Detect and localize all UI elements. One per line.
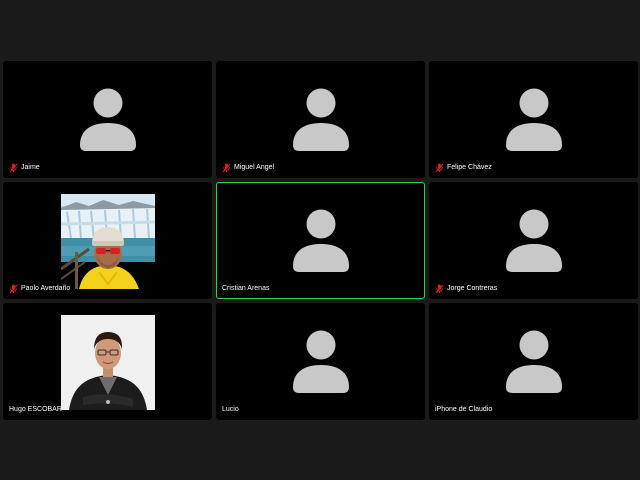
microphone-muted-icon[interactable] [222, 163, 231, 173]
participant-name: Miguel Angel [234, 164, 275, 171]
user-placeholder-icon [505, 87, 562, 151]
user-placeholder-icon [505, 208, 562, 272]
participant-name: Jorge Contreras [447, 285, 498, 292]
user-placeholder-icon [292, 329, 349, 393]
participant-tile-jaime[interactable]: Jaime [3, 61, 212, 178]
participant-name-row: Jaime [9, 162, 40, 174]
participant-tile-cristian-arenas[interactable]: Cristian Arenas [216, 182, 425, 299]
microphone-muted-icon[interactable] [9, 163, 18, 173]
user-placeholder-icon [292, 208, 349, 272]
participant-name: iPhone de Claudio [435, 406, 493, 413]
participant-name-row: Lucio [222, 404, 239, 416]
participant-name: Jaime [21, 164, 40, 171]
participant-tile-felipe-chavez[interactable]: Felipe Chávez [429, 61, 638, 178]
participant-name: Hugo ESCOBAR [9, 406, 62, 413]
participant-name: Paolo Averdaño [21, 285, 71, 292]
participant-name-row: Cristian Arenas [222, 283, 269, 295]
participant-tile-iphone-de-claudio[interactable]: iPhone de Claudio [429, 303, 638, 420]
microphone-muted-icon[interactable] [435, 163, 444, 173]
participant-name-row: Miguel Angel [222, 162, 274, 174]
participant-name: Cristian Arenas [222, 285, 270, 292]
participant-video-feed [61, 315, 155, 410]
participant-tile-lucio[interactable]: Lucio [216, 303, 425, 420]
participant-tile-hugo-escobar[interactable]: Hugo ESCOBAR [3, 303, 212, 420]
participant-name-row: Hugo ESCOBAR [9, 404, 62, 416]
microphone-muted-icon[interactable] [435, 284, 444, 294]
participant-name-row: Jorge Contreras [435, 283, 497, 295]
participant-tile-paolo-averdano[interactable]: Paolo Averdaño [3, 182, 212, 299]
participant-name: Felipe Chávez [447, 164, 492, 171]
participant-name-row: Felipe Chávez [435, 162, 492, 174]
participant-name-row: Paolo Averdaño [9, 283, 70, 295]
user-placeholder-icon [292, 87, 349, 151]
user-placeholder-icon [505, 329, 562, 393]
participant-tile-jorge-contreras[interactable]: Jorge Contreras [429, 182, 638, 299]
participant-video-feed [61, 194, 155, 289]
participant-name-row: iPhone de Claudio [435, 404, 492, 416]
participant-name: Lucio [222, 406, 239, 413]
participant-grid: Jaime Miguel Angel Felipe Chávez Paolo A… [3, 61, 638, 420]
user-placeholder-icon [79, 87, 136, 151]
participant-tile-miguel-angel[interactable]: Miguel Angel [216, 61, 425, 178]
microphone-muted-icon[interactable] [9, 284, 18, 294]
meeting-gallery-view: Jaime Miguel Angel Felipe Chávez Paolo A… [0, 0, 640, 480]
